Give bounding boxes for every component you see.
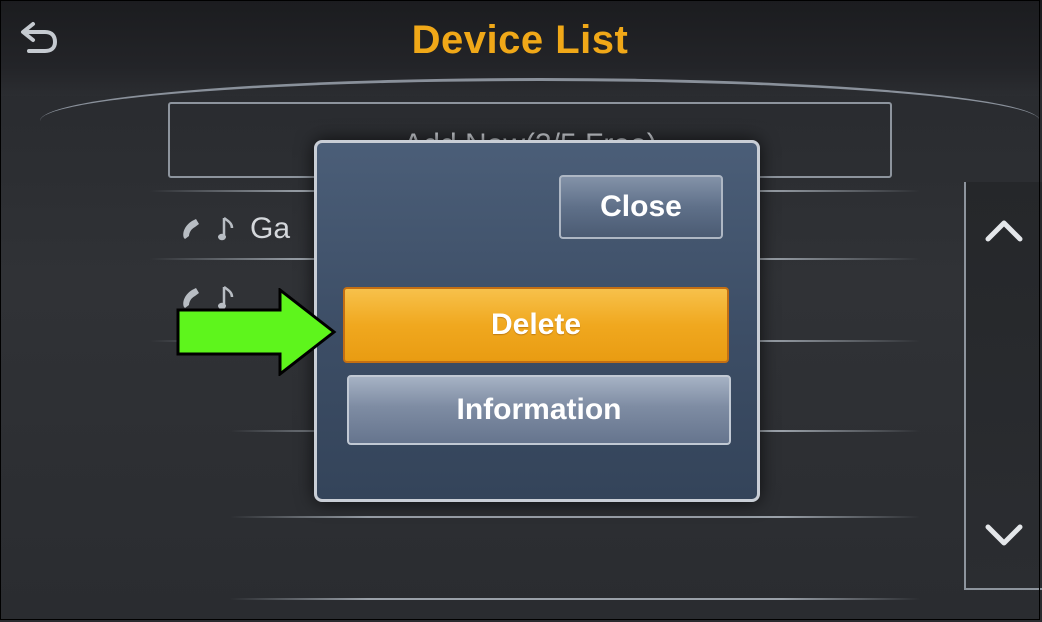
page-title: Device List — [411, 18, 629, 62]
scroll-down-button[interactable] — [974, 506, 1034, 566]
right-arrow-icon — [176, 288, 337, 376]
scroll-panel — [964, 182, 1042, 590]
row-divider — [230, 516, 920, 518]
delete-button[interactable]: Delete — [343, 287, 729, 363]
phone-icon — [183, 219, 199, 239]
scroll-up-button[interactable] — [974, 200, 1034, 260]
chevron-up-icon — [985, 220, 1023, 242]
information-button[interactable]: Information — [347, 375, 731, 445]
device-options-popup: Close Delete Information — [314, 140, 760, 502]
back-button[interactable] — [12, 14, 66, 62]
close-button[interactable]: Close — [559, 175, 723, 239]
device-name-label: Ga — [250, 212, 291, 245]
row-divider — [230, 598, 920, 600]
music-note-icon — [218, 216, 234, 241]
back-arrow-icon — [21, 22, 58, 53]
chevron-down-icon — [985, 524, 1023, 546]
infotainment-screen: Device List Add New(3/5 Free) Ga — [0, 0, 1042, 622]
